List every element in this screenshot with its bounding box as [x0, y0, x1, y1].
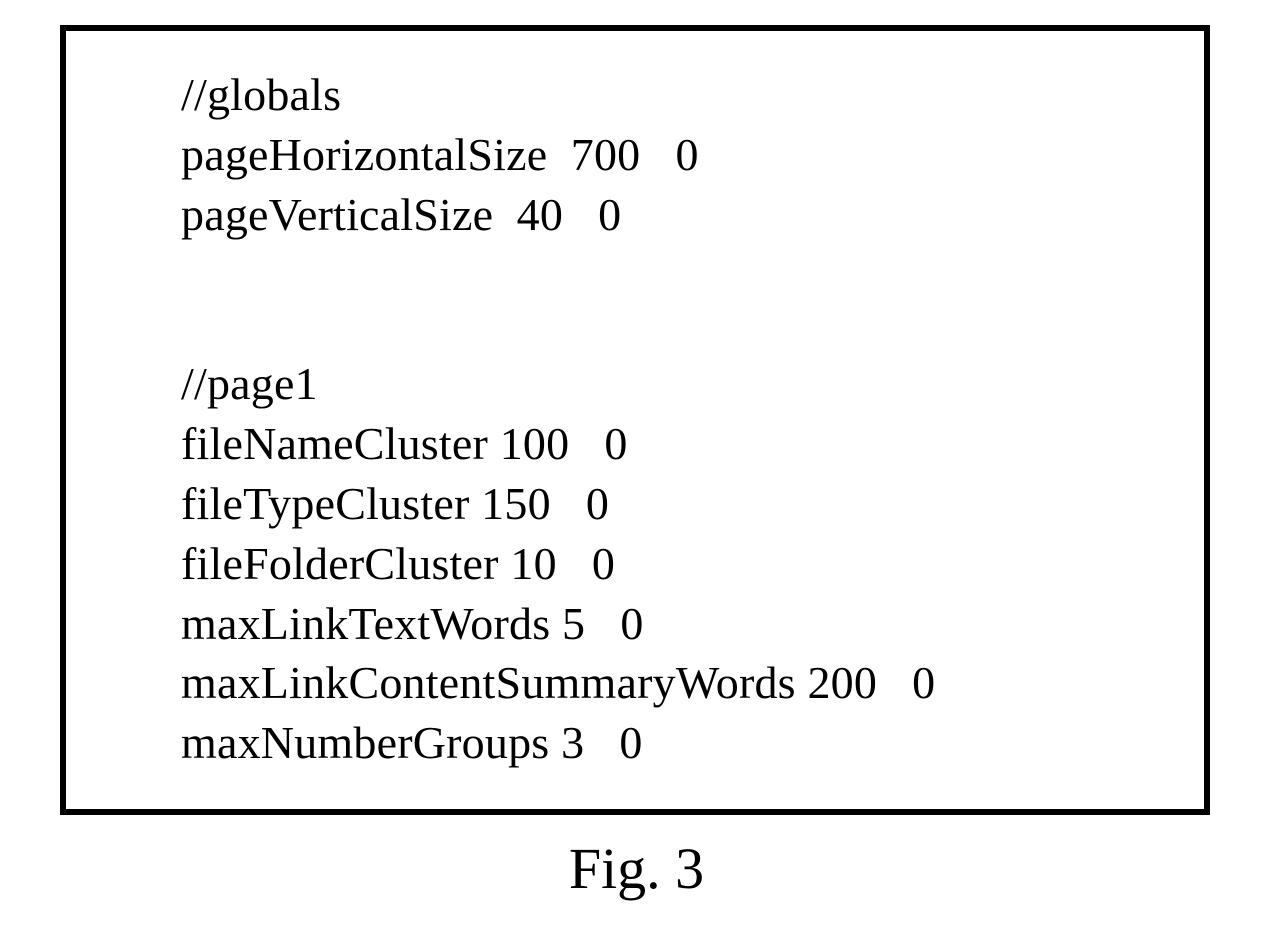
page-horizontal-size: pageHorizontalSize 700 0 [181, 125, 1164, 185]
max-link-content-summary-words: maxLinkContentSummaryWords 200 0 [181, 653, 1164, 713]
page-vertical-size: pageVerticalSize 40 0 [181, 185, 1164, 245]
max-link-text-words: maxLinkTextWords 5 0 [181, 594, 1164, 654]
max-number-groups: maxNumberGroups 3 0 [181, 713, 1164, 773]
file-name-cluster: fileNameCluster 100 0 [181, 414, 1164, 474]
figure-caption: Fig. 3 [0, 835, 1273, 902]
blank-spacer [181, 244, 1164, 354]
comment-page1: //page1 [181, 354, 1164, 414]
comment-globals: //globals [181, 65, 1164, 125]
figure-box: //globals pageHorizontalSize 700 0 pageV… [60, 25, 1210, 815]
file-type-cluster: fileTypeCluster 150 0 [181, 474, 1164, 534]
file-folder-cluster: fileFolderCluster 10 0 [181, 534, 1164, 594]
